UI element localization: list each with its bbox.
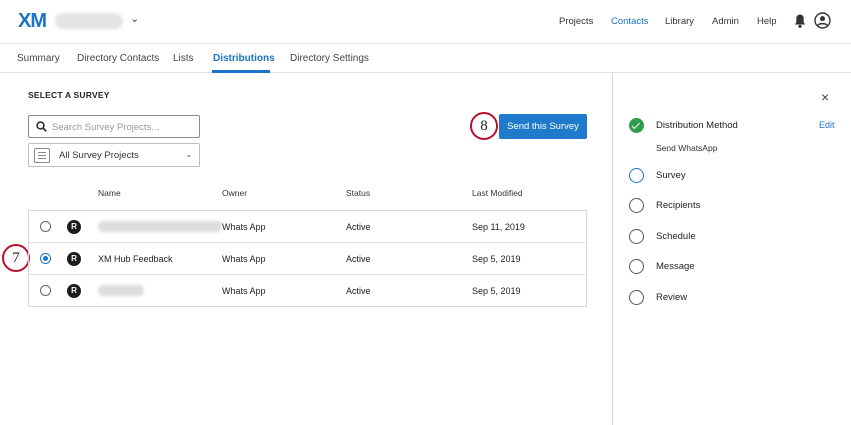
owner-cell: Whats App (222, 254, 266, 264)
brand-chevron-down-icon[interactable]: ⌄ (130, 12, 139, 25)
top-bar: XM ⌄ Projects Contacts Library Admin Hel… (0, 0, 851, 44)
tab-summary[interactable]: Summary (17, 53, 60, 64)
nav-contacts[interactable]: Contacts (611, 16, 649, 27)
chevron-down-icon: ⌄ (185, 149, 193, 159)
tab-directory-contacts[interactable]: Directory Contacts (77, 53, 159, 64)
table-row[interactable]: R XM Hub Feedback Whats App Active Sep 5… (29, 243, 586, 275)
last-modified-cell: Sep 11, 2019 (472, 222, 525, 232)
step-callout-8: 8 (470, 112, 498, 140)
filter-selected-value: All Survey Projects (59, 150, 139, 161)
search-input[interactable] (52, 119, 192, 135)
tab-directory-settings[interactable]: Directory Settings (290, 53, 369, 64)
status-cell: Active (346, 222, 371, 232)
nav-library[interactable]: Library (665, 16, 694, 27)
table-row[interactable]: R Whats App Active Sep 5, 2019 (29, 275, 586, 307)
section-title: SELECT A SURVEY (28, 90, 110, 100)
account-icon[interactable] (814, 12, 831, 29)
step-schedule: Schedule (656, 231, 696, 242)
step-survey: Survey (656, 170, 686, 181)
step-done-check-icon (629, 118, 644, 133)
nav-projects[interactable]: Projects (559, 16, 593, 27)
tab-distributions[interactable]: Distributions (213, 53, 275, 64)
research-core-icon: R (67, 220, 81, 234)
survey-search-box[interactable] (28, 115, 200, 138)
status-cell: Active (346, 254, 371, 264)
directory-tab-bar: Summary Directory Contacts Lists Distrib… (0, 44, 851, 73)
owner-cell: Whats App (222, 286, 266, 296)
step-pending-circle-icon (629, 229, 644, 244)
search-icon (36, 121, 47, 132)
distribution-method-value: Send WhatsApp (656, 143, 718, 153)
step-current-circle-icon (629, 168, 644, 183)
edit-distribution-method-link[interactable]: Edit (819, 120, 835, 130)
nav-admin[interactable]: Admin (712, 16, 739, 27)
active-tab-indicator (212, 70, 270, 73)
step-pending-circle-icon (629, 259, 644, 274)
xm-logo[interactable]: XM (18, 10, 47, 33)
send-this-survey-button[interactable]: Send this Survey (499, 114, 587, 139)
column-header-last-modified[interactable]: Last Modified (472, 188, 523, 198)
step-message: Message (656, 261, 695, 272)
table-row[interactable]: R Whats App Active Sep 11, 2019 (29, 211, 586, 243)
research-core-icon: R (67, 284, 81, 298)
research-core-icon: R (67, 252, 81, 266)
owner-cell: Whats App (222, 222, 266, 232)
survey-name-redacted (98, 221, 222, 232)
step-distribution-method: Distribution Method (656, 120, 738, 131)
column-header-name[interactable]: Name (98, 188, 121, 198)
brand-name-redacted[interactable] (55, 13, 123, 29)
step-pending-circle-icon (629, 198, 644, 213)
survey-name-redacted (98, 285, 144, 296)
step-callout-7: 7 (2, 244, 30, 272)
row-select-radio[interactable] (40, 221, 51, 232)
column-header-owner[interactable]: Owner (222, 188, 247, 198)
tab-lists[interactable]: Lists (173, 53, 194, 64)
row-select-radio[interactable] (40, 285, 51, 296)
notification-bell-icon[interactable] (793, 13, 807, 29)
close-icon[interactable]: × (821, 89, 829, 105)
column-header-status[interactable]: Status (346, 188, 370, 198)
row-select-radio[interactable] (40, 253, 51, 264)
survey-table: R Whats App Active Sep 11, 2019 R XM Hub… (28, 210, 587, 307)
nav-help[interactable]: Help (757, 16, 777, 27)
survey-filter-dropdown[interactable]: All Survey Projects ⌄ (28, 143, 200, 167)
last-modified-cell: Sep 5, 2019 (472, 286, 521, 296)
distribution-steps-panel: × Distribution Method Edit Send WhatsApp… (612, 73, 851, 425)
list-icon (34, 148, 50, 163)
status-cell: Active (346, 286, 371, 296)
step-pending-circle-icon (629, 290, 644, 305)
step-review: Review (656, 292, 688, 303)
last-modified-cell: Sep 5, 2019 (472, 254, 521, 264)
step-recipients: Recipients (656, 200, 701, 211)
survey-name-cell: XM Hub Feedback (98, 254, 173, 264)
